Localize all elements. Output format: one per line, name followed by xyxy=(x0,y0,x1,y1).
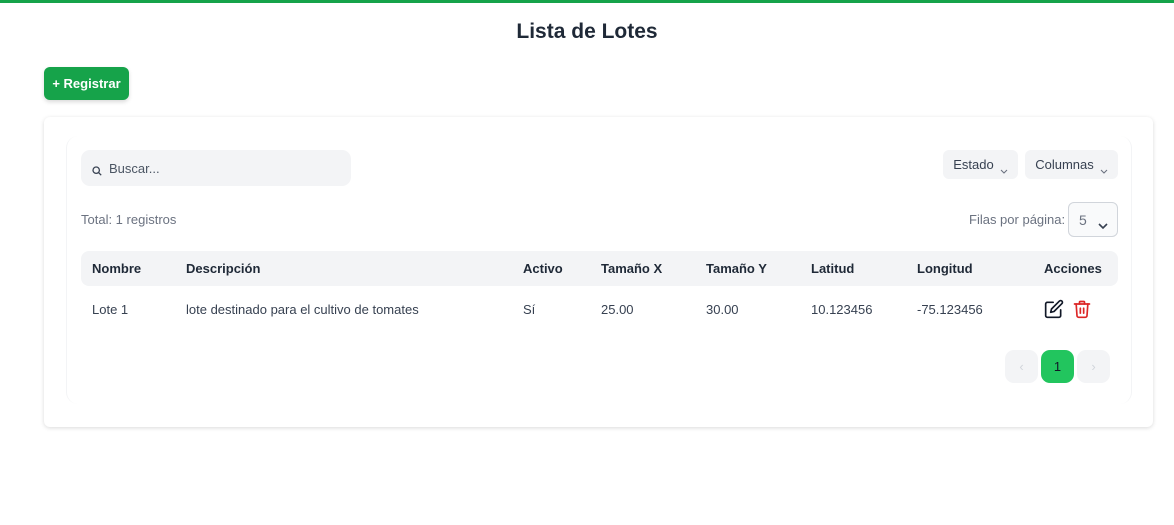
columnas-filter-button[interactable]: Columnas xyxy=(1025,150,1118,179)
lotes-table: Nombre Descripción Activo Tamaño X Tamañ… xyxy=(81,251,1118,332)
cell-activo: Sí xyxy=(523,301,536,317)
cell-latitud: 10.123456 xyxy=(811,301,873,317)
top-accent-bar xyxy=(0,0,1174,3)
cell-nombre: Lote 1 xyxy=(92,301,129,317)
chevron-down-icon xyxy=(1100,162,1108,174)
page-button-current[interactable]: 1 xyxy=(1041,350,1074,383)
content-card: Estado Columnas Total: 1 registros Filas… xyxy=(44,117,1153,427)
column-header-tamano-x[interactable]: Tamaño X xyxy=(590,251,695,286)
search-box[interactable] xyxy=(81,150,351,186)
estado-filter-button[interactable]: Estado xyxy=(943,150,1018,179)
next-page-button[interactable]: › xyxy=(1077,350,1110,383)
column-header-longitud[interactable]: Longitud xyxy=(906,251,1033,286)
cell-descripcion: lote destinado para el cultivo de tomate… xyxy=(186,301,419,317)
chevron-down-icon xyxy=(1000,162,1008,174)
column-header-acciones: Acciones xyxy=(1033,251,1118,286)
cell-tamano-x: 25.00 xyxy=(601,301,634,317)
column-header-latitud[interactable]: Latitud xyxy=(800,251,906,286)
table-row: Lote 1 lote destinado para el cultivo de… xyxy=(81,286,1118,332)
cell-tamano-y: 30.00 xyxy=(706,301,739,317)
table-header-row: Nombre Descripción Activo Tamaño X Tamañ… xyxy=(81,251,1118,286)
prev-page-button[interactable]: ‹ xyxy=(1005,350,1038,383)
pagination: ‹ 1 › xyxy=(1005,350,1110,383)
cell-acciones xyxy=(1033,286,1118,332)
search-input[interactable] xyxy=(107,159,341,177)
column-header-descripcion[interactable]: Descripción xyxy=(175,251,512,286)
rows-per-page-label: Filas por página: xyxy=(969,212,1066,227)
column-header-nombre[interactable]: Nombre xyxy=(81,251,175,286)
rows-per-page-value: 5 xyxy=(1079,211,1087,228)
row-actions xyxy=(1044,286,1118,332)
cell-longitud: -75.123456 xyxy=(917,301,983,317)
page-title: Lista de Lotes xyxy=(516,20,658,43)
trash-icon[interactable] xyxy=(1072,299,1092,319)
table-panel: Estado Columnas Total: 1 registros Filas… xyxy=(66,136,1132,404)
estado-filter-label: Estado xyxy=(953,157,994,172)
columnas-filter-label: Columnas xyxy=(1035,157,1094,172)
rows-per-page-select[interactable]: 5 xyxy=(1068,202,1118,237)
search-icon xyxy=(92,163,102,176)
column-header-activo[interactable]: Activo xyxy=(512,251,590,286)
chevron-down-icon xyxy=(1098,217,1108,230)
edit-icon[interactable] xyxy=(1044,299,1064,319)
column-header-tamano-y[interactable]: Tamaño Y xyxy=(695,251,800,286)
total-records-text: Total: 1 registros xyxy=(81,212,177,227)
register-button[interactable]: + Registrar xyxy=(44,67,129,100)
